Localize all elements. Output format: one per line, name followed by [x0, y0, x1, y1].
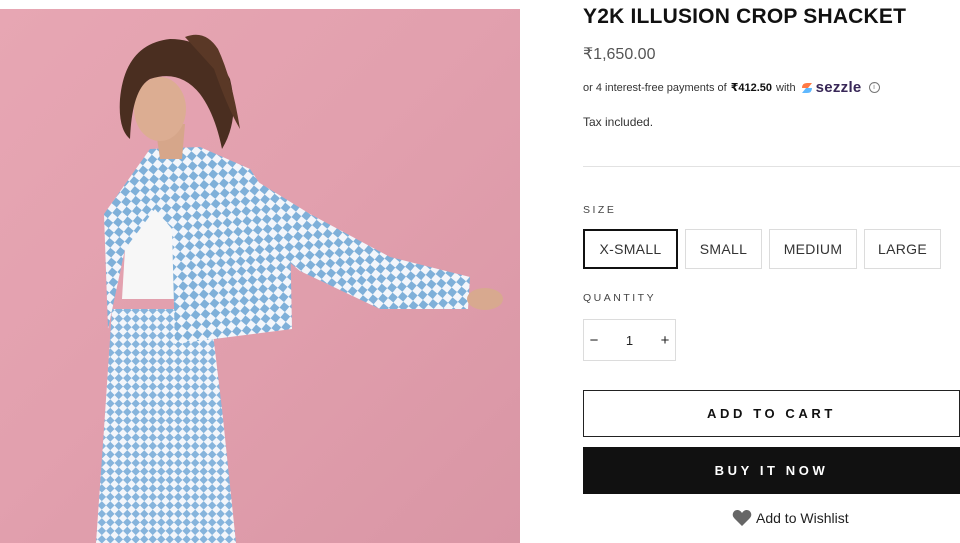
size-options: X-SMALL SMALL MEDIUM LARGE — [583, 229, 941, 269]
info-icon[interactable]: i — [868, 82, 880, 93]
size-option-medium[interactable]: MEDIUM — [769, 229, 857, 269]
size-label: SIZE — [583, 204, 617, 216]
quantity-label: QUANTITY — [583, 292, 657, 304]
divider — [583, 166, 960, 167]
product-title: Y2K ILLUSION CROP SHACKET — [583, 5, 907, 28]
quantity-increase-button[interactable]: + — [655, 332, 675, 349]
quantity-stepper: − 1 + — [583, 319, 676, 361]
model-illustration — [96, 34, 503, 543]
buy-it-now-button[interactable]: BUY IT NOW — [583, 447, 960, 494]
product-image[interactable] — [0, 9, 520, 543]
installment-info: or 4 interest-free payments of ₹412.50 w… — [583, 79, 880, 96]
installment-suffix: with — [776, 81, 796, 94]
product-price: ₹1,650.00 — [583, 46, 656, 63]
installment-amount: ₹412.50 — [730, 82, 772, 94]
heart-icon — [732, 509, 752, 526]
quantity-input[interactable]: 1 — [604, 333, 655, 348]
sezzle-brand[interactable]: sezzle — [816, 79, 862, 96]
product-info: Y2K ILLUSION CROP SHACKET ₹1,650.00 or 4… — [583, 0, 960, 543]
size-option-small[interactable]: SMALL — [685, 229, 762, 269]
add-to-cart-button[interactable]: ADD TO CART — [583, 390, 960, 437]
sezzle-logo-icon — [800, 81, 814, 95]
installment-prefix: or 4 interest-free payments of — [583, 81, 727, 94]
wishlist-label: Add to Wishlist — [756, 510, 849, 526]
size-option-large[interactable]: LARGE — [864, 229, 941, 269]
quantity-decrease-button[interactable]: − — [584, 332, 604, 349]
tax-note: Tax included. — [583, 115, 654, 129]
size-option-x-small[interactable]: X-SMALL — [583, 229, 678, 269]
add-to-wishlist-link[interactable]: Add to Wishlist — [732, 509, 849, 527]
